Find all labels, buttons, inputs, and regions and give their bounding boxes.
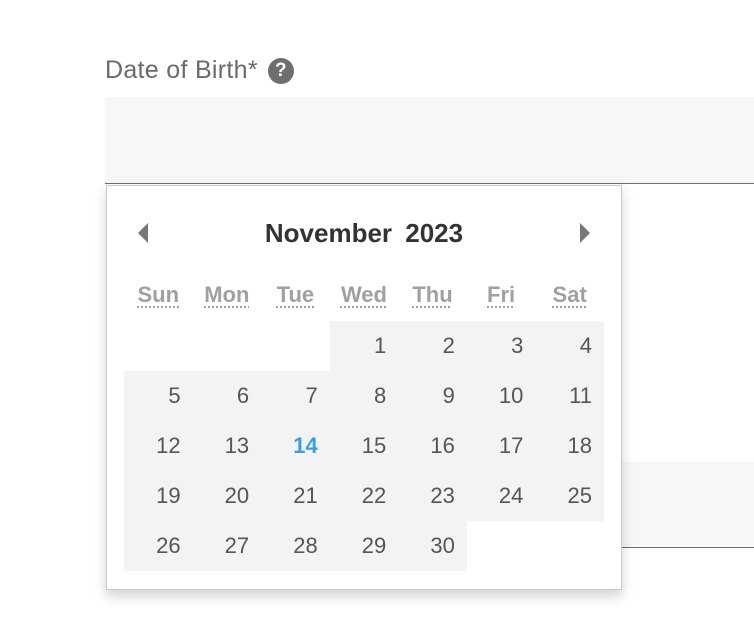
calendar-day-4[interactable]: 4 [535, 321, 604, 371]
weekday-label: Fri [487, 282, 516, 307]
calendar-week-row: 19 20 21 22 23 24 25 [124, 471, 604, 521]
weekday-thu: Thu [398, 282, 467, 308]
weekday-header-row: Sun Mon Tue Wed Thu Fri Sat [124, 282, 604, 308]
weekday-label: Thu [412, 282, 453, 307]
calendar-day-22[interactable]: 22 [329, 471, 399, 521]
calendar-day-1[interactable]: 1 [329, 321, 399, 371]
calendar-week-row: 1234 [124, 321, 604, 371]
weekday-tue: Tue [261, 282, 330, 308]
calendar-day-28[interactable]: 28 [261, 521, 330, 571]
calendar-day-18[interactable]: 18 [535, 421, 604, 471]
calendar-day-23[interactable]: 23 [398, 471, 467, 521]
calendar-day-24[interactable]: 24 [466, 471, 536, 521]
weekday-fri: Fri [467, 282, 536, 308]
weekday-label: Wed [340, 282, 387, 307]
calendar-empty-cell [261, 321, 330, 371]
calendar-day-14[interactable]: 14 [261, 421, 330, 471]
next-input-field[interactable] [600, 462, 754, 548]
calendar-day-2[interactable]: 2 [398, 321, 467, 371]
triangle-right-icon [580, 223, 590, 243]
next-month-button[interactable] [573, 221, 597, 245]
calendar-week-row: 12 13 14 15 16 17 18 [124, 421, 604, 471]
date-of-birth-label: Date of Birth* ? [105, 56, 294, 85]
calendar-day-21[interactable]: 21 [261, 471, 330, 521]
weekday-label: Sat [552, 282, 587, 307]
calendar-day-27[interactable]: 27 [192, 521, 262, 571]
weekday-label: Mon [204, 282, 250, 307]
weekday-sun: Sun [124, 282, 193, 308]
date-of-birth-input[interactable] [105, 97, 754, 184]
calendar-day-6[interactable]: 6 [192, 371, 262, 421]
calendar-day-25[interactable]: 25 [535, 471, 604, 521]
calendar-day-20[interactable]: 20 [192, 471, 262, 521]
calendar-day-8[interactable]: 8 [329, 371, 399, 421]
calendar-grid: 1 2 3 4 5 6 7 8 9 10 11 12 13 14 15 16 17 18 19 20 21 22 23 24 2… [124, 321, 604, 571]
weekday-sat: Sat [535, 282, 604, 308]
calendar-day-7[interactable]: 7 [261, 371, 330, 421]
calendar-day-29[interactable]: 29 [329, 521, 399, 571]
year-label: 2023 [405, 218, 464, 248]
date-of-birth-label-text: Date of Birth* [105, 56, 258, 84]
weekday-wed: Wed [330, 282, 399, 308]
calendar-day-16[interactable]: 16 [398, 421, 467, 471]
calendar-day-12[interactable]: 12 [124, 421, 193, 471]
month-label: November [264, 218, 393, 248]
calendar-empty-cell [124, 321, 193, 371]
calendar-week-row: 5 6 7 8 9 10 11 [124, 371, 604, 421]
calendar-day-26[interactable]: 26 [124, 521, 193, 571]
calendar-day-15[interactable]: 15 [329, 421, 399, 471]
calendar-empty-cell [193, 321, 262, 371]
calendar-empty-cell [535, 521, 604, 571]
calendar-day-11[interactable]: 11 [535, 371, 604, 421]
calendar-day-17[interactable]: 17 [466, 421, 536, 471]
weekday-label: Sun [137, 282, 180, 307]
datepicker-popup: November 2023 Sun Mon Tue Wed Thu Fri Sa… [106, 185, 622, 590]
calendar-day-30[interactable]: 30 [398, 521, 467, 571]
calendar-day-5[interactable]: 5 [124, 371, 193, 421]
calendar-day-9[interactable]: 9 [398, 371, 467, 421]
calendar-day-3[interactable]: 3 [466, 321, 536, 371]
help-icon[interactable]: ? [267, 57, 294, 84]
datepicker-title: November 2023 [107, 218, 621, 249]
calendar-week-row: 26 27 28 29 30 [124, 521, 604, 571]
weekday-label: Tue [276, 282, 315, 307]
weekday-mon: Mon [193, 282, 262, 308]
calendar-empty-cell [467, 521, 536, 571]
calendar-day-13[interactable]: 13 [192, 421, 262, 471]
calendar-day-10[interactable]: 10 [466, 371, 536, 421]
calendar-day-19[interactable]: 19 [124, 471, 193, 521]
datepicker-header: November 2023 [107, 208, 621, 258]
